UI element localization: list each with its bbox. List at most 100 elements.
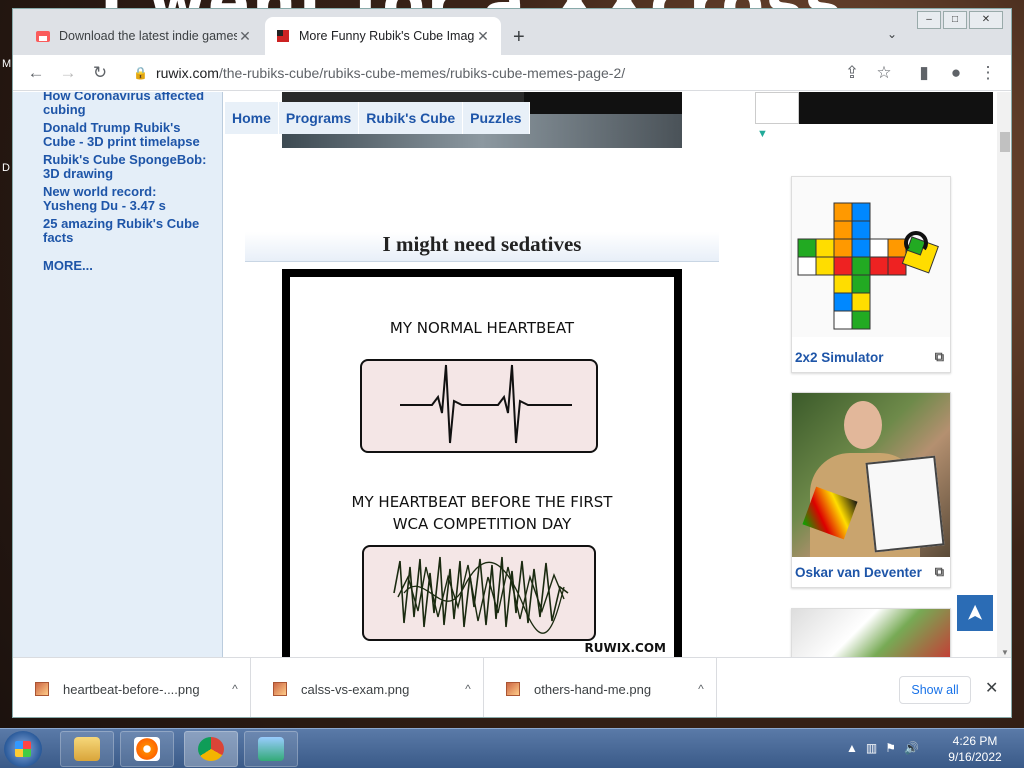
browser-toolbar: ← → ↻ 🔒 ruwix.com/the-rubiks-cube/rubiks…: [13, 55, 1011, 91]
download-item[interactable]: calss-vs-exam.png ^: [251, 658, 484, 717]
nav-programs[interactable]: Programs: [279, 102, 360, 134]
sidebar-link[interactable]: 25 amazing Rubik's Cube facts: [43, 217, 213, 245]
show-hidden-icons-icon[interactable]: ▲: [846, 741, 858, 755]
cube-net-image: [792, 177, 950, 337]
taskbar-clock[interactable]: 4:26 PM 9/16/2022: [940, 733, 1010, 765]
card-oskar-van-deventer[interactable]: Oskar van Deventer ⧉: [791, 392, 951, 588]
minimize-button[interactable]: –: [917, 11, 941, 29]
image-file-icon: [506, 682, 520, 696]
network-icon[interactable]: ▥: [866, 741, 877, 755]
meme-caption-competition: WCA COMPETITION DAY: [392, 515, 572, 533]
side-panel-icon[interactable]: ▮: [913, 62, 935, 84]
ruwix-watermark: RUWIX.COM: [584, 641, 666, 655]
url-host: ruwix.com: [155, 65, 219, 81]
download-item[interactable]: heartbeat-before-....png ^: [13, 658, 251, 717]
nav-home[interactable]: Home: [225, 102, 279, 134]
nav-rubiks-cube[interactable]: Rubik's Cube: [359, 102, 464, 134]
chevron-up-icon[interactable]: ^: [220, 682, 250, 696]
image-top-strip: [524, 92, 682, 114]
forward-icon[interactable]: →: [57, 62, 79, 84]
web-page: How Coronavirus affected cubing Donald T…: [13, 92, 997, 657]
sidebar-link[interactable]: Rubik's Cube SpongeBob: 3D drawing: [43, 153, 213, 181]
main-nav: Home Programs Rubik's Cube Puzzles: [225, 102, 530, 134]
itch-io-icon: [36, 31, 50, 42]
download-filename: heartbeat-before-....png: [63, 681, 200, 697]
normal-heartbeat-graph: [360, 359, 598, 453]
tab-search-icon[interactable]: ⌄: [887, 27, 897, 41]
normal-ecg-line: [400, 364, 572, 444]
card-label[interactable]: 2x2 Simulator ⧉: [792, 342, 950, 372]
oskar-photo: [792, 393, 950, 557]
close-window-button[interactable]: ✕: [969, 11, 1003, 29]
meme-canvas: MY NORMAL HEARTBEAT MY HEARTBEAT BEFORE …: [290, 277, 674, 657]
left-sidebar: How Coronavirus affected cubing Donald T…: [13, 92, 223, 657]
scroll-down-arrow-icon[interactable]: ▼: [1001, 648, 1009, 657]
volume-icon[interactable]: 🔊: [904, 741, 919, 755]
nav-puzzles[interactable]: Puzzles: [463, 102, 530, 134]
new-tab-button[interactable]: +: [513, 26, 525, 49]
close-tab-icon[interactable]: ✕: [237, 28, 253, 45]
back-icon[interactable]: ←: [25, 62, 47, 84]
download-filename: others-hand-me.png: [534, 681, 652, 697]
external-link-icon[interactable]: ⧉: [935, 349, 944, 365]
sidebar-link[interactable]: New world record: Yusheng Du - 3.47 s: [43, 185, 213, 213]
chrome-icon: [198, 737, 224, 761]
card-label[interactable]: Oskar van Deventer ⧉: [792, 557, 950, 587]
maximize-button[interactable]: □: [943, 11, 967, 29]
taskbar-photo-viewer[interactable]: [244, 731, 298, 767]
address-bar[interactable]: 🔒 ruwix.com/the-rubiks-cube/rubiks-cube-…: [123, 58, 913, 88]
chevron-up-icon[interactable]: ^: [453, 682, 483, 696]
page-scrollbar[interactable]: ▼: [997, 92, 1011, 657]
card-partial[interactable]: [791, 608, 951, 657]
menu-icon[interactable]: ⋮: [977, 62, 999, 84]
photo-certificate: [865, 455, 945, 553]
image-file-icon: [35, 682, 49, 696]
close-tab-icon[interactable]: ✕: [475, 28, 491, 45]
heartbeat-meme-image: MY NORMAL HEARTBEAT MY HEARTBEAT BEFORE …: [282, 269, 682, 657]
lock-icon[interactable]: 🔒: [133, 66, 148, 80]
clock-date: 9/16/2022: [948, 750, 1002, 764]
tab-rubiks-memes[interactable]: More Funny Rubik's Cube Images ✕: [265, 17, 501, 55]
close-downloads-icon[interactable]: ✕: [985, 678, 998, 698]
downloads-bar: heartbeat-before-....png ^ calss-vs-exam…: [13, 657, 1011, 717]
sidebar-link[interactable]: Donald Trump Rubik's Cube - 3D print tim…: [43, 121, 213, 149]
card-title: 2x2 Simulator: [795, 349, 884, 365]
download-filename: calss-vs-exam.png: [301, 681, 410, 697]
card-title: Oskar van Deventer: [795, 564, 922, 580]
tab-indie-games[interactable]: Download the latest indie games ✕: [25, 17, 263, 55]
start-button[interactable]: [4, 731, 42, 767]
scrollbar-thumb[interactable]: [1000, 132, 1010, 152]
bookmark-star-icon[interactable]: ☆: [873, 62, 895, 84]
ruwix-icon: [277, 30, 289, 42]
share-icon[interactable]: ⇪: [841, 62, 863, 84]
download-item[interactable]: others-hand-me.png ^: [484, 658, 717, 717]
ad-marker-icon[interactable]: ▼: [757, 128, 768, 140]
sidebar-link-list: How Coronavirus affected cubing Donald T…: [43, 92, 213, 277]
show-all-downloads-button[interactable]: Show all: [899, 676, 971, 704]
taskbar-chrome[interactable]: [184, 731, 238, 767]
meme-heading: I might need sedatives: [245, 232, 719, 262]
tab-title: More Funny Rubik's Cube Images: [299, 29, 475, 43]
taskbar-media-player[interactable]: [120, 731, 174, 767]
reload-icon[interactable]: ↻: [89, 62, 111, 84]
windows-taskbar: ▲ ▥ ⚑ 🔊 4:26 PM 9/16/2022: [0, 728, 1024, 768]
photo-face: [844, 401, 882, 449]
scroll-to-top-button[interactable]: ➤: [957, 595, 993, 631]
meme-caption-normal: MY NORMAL HEARTBEAT: [389, 319, 575, 337]
chaotic-ecg-scribble: [393, 556, 569, 634]
sidebar-link[interactable]: How Coronavirus affected cubing: [43, 92, 213, 117]
profile-icon[interactable]: ●: [945, 62, 967, 84]
chevron-up-icon[interactable]: ^: [686, 682, 716, 696]
desktop-icon-label: M: [2, 58, 12, 70]
external-link-icon[interactable]: ⧉: [935, 564, 944, 580]
up-arrow-icon: ➤: [962, 603, 987, 623]
image-file-icon: [273, 682, 287, 696]
card-2x2-simulator[interactable]: 2x2 Simulator ⧉: [791, 176, 951, 373]
system-tray: ▲ ▥ ⚑ 🔊: [846, 741, 919, 755]
taskbar-explorer[interactable]: [60, 731, 114, 767]
right-banner-image: [755, 92, 993, 124]
tab-strip: Download the latest indie games ✕ More F…: [13, 9, 1011, 55]
banner-white-block: [755, 92, 799, 124]
sidebar-more-link[interactable]: MORE...: [43, 259, 213, 273]
action-center-icon[interactable]: ⚑: [885, 741, 896, 755]
